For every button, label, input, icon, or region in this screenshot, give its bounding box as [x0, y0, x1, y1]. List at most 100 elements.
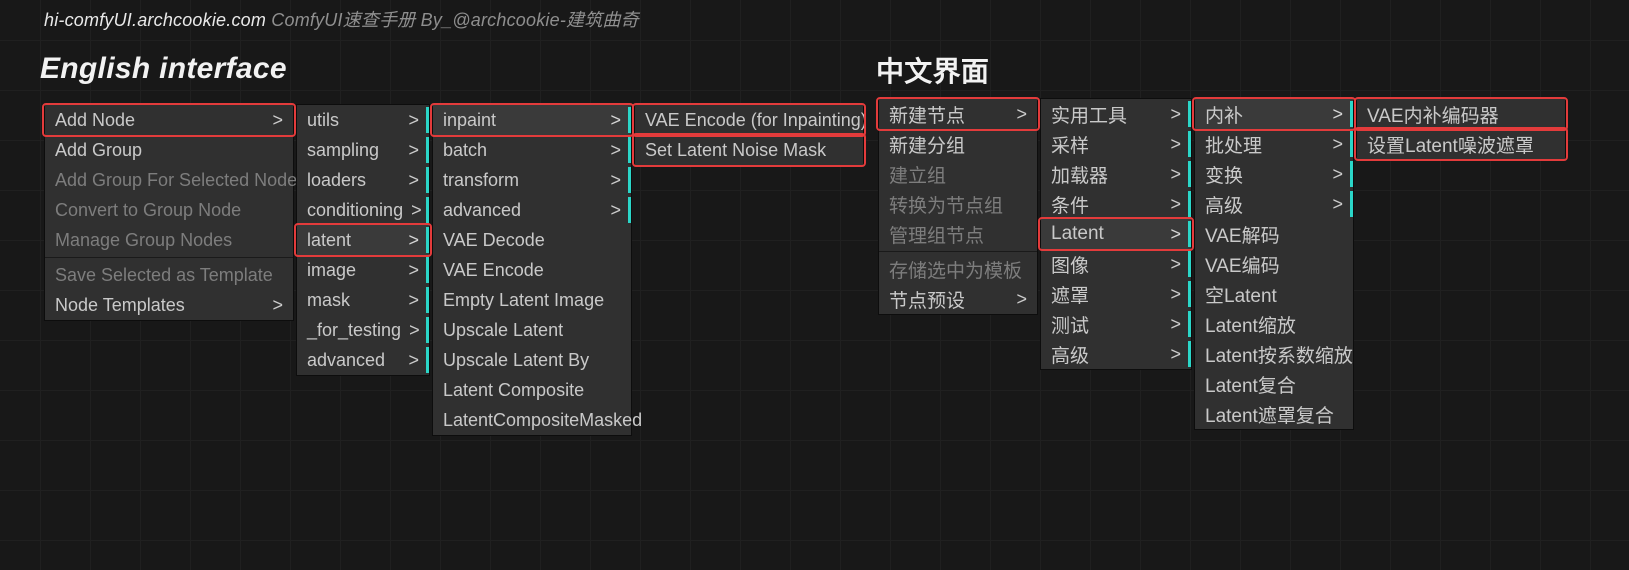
submenu-arrow-icon: >	[272, 110, 283, 131]
menu-item[interactable]: VAE Decode	[433, 225, 631, 255]
menu-item[interactable]: 测试>	[1041, 309, 1191, 339]
menu-item-label: 加载器	[1051, 161, 1108, 188]
submenu-indicator-icon	[1188, 281, 1191, 307]
menu-item[interactable]: 高级>	[1041, 339, 1191, 369]
menu-item[interactable]: Latent>	[1041, 219, 1191, 249]
menu-item[interactable]: 内补>	[1195, 99, 1353, 129]
menu-item[interactable]: Latent Composite	[433, 375, 631, 405]
context-menu-en-4[interactable]: VAE Encode (for Inpainting) Set Latent No…	[634, 104, 864, 166]
submenu-indicator-icon	[426, 257, 429, 283]
menu-item[interactable]: Add Group For Selected Nodes	[45, 165, 293, 195]
menu-item[interactable]: conditioning>	[297, 195, 429, 225]
menu-item[interactable]: Manage Group Nodes	[45, 225, 293, 255]
menu-item-label: VAE Encode	[443, 260, 544, 281]
submenu-arrow-icon: >	[1332, 194, 1343, 215]
menu-separator	[45, 257, 293, 258]
menu-item[interactable]: 图像>	[1041, 249, 1191, 279]
menu-item[interactable]: 实用工具>	[1041, 99, 1191, 129]
menu-item[interactable]: VAE解码	[1195, 219, 1353, 249]
menu-separator	[879, 251, 1037, 252]
submenu-indicator-icon	[1188, 221, 1191, 247]
submenu-arrow-icon: >	[411, 200, 422, 221]
menu-item-label: Latent Composite	[443, 380, 584, 401]
menu-item[interactable]: 采样>	[1041, 129, 1191, 159]
menu-item[interactable]: 变换>	[1195, 159, 1353, 189]
menu-item-label: Latent遮罩复合	[1205, 401, 1334, 428]
submenu-indicator-icon	[628, 137, 631, 163]
submenu-indicator-icon	[628, 197, 631, 223]
menu-item[interactable]: Add Group	[45, 135, 293, 165]
menu-item[interactable]: 加载器>	[1041, 159, 1191, 189]
menu-item-label: 高级	[1051, 341, 1089, 368]
submenu-arrow-icon: >	[1170, 134, 1181, 155]
context-menu-cn-4[interactable]: VAE内补编码器设置Latent噪波遮罩	[1356, 98, 1566, 160]
menu-item-label: transform	[443, 170, 519, 191]
menu-item[interactable]: latent>	[297, 225, 429, 255]
menu-item[interactable]: Upscale Latent By	[433, 345, 631, 375]
menu-item[interactable]: batch>	[433, 135, 631, 165]
menu-item-label: LatentCompositeMasked	[443, 410, 642, 431]
menu-item-label: Set Latent Noise Mask	[645, 140, 826, 161]
menu-item-label: VAE Decode	[443, 230, 545, 251]
menu-item[interactable]: loaders>	[297, 165, 429, 195]
menu-item[interactable]: transform>	[433, 165, 631, 195]
submenu-arrow-icon: >	[1016, 289, 1027, 310]
menu-item-label: Upscale Latent By	[443, 350, 589, 371]
menu-item[interactable]: LatentCompositeMasked	[433, 405, 631, 435]
menu-item[interactable]: sampling>	[297, 135, 429, 165]
menu-item-label: sampling	[307, 140, 379, 161]
menu-item[interactable]: inpaint>	[433, 105, 631, 135]
submenu-indicator-icon	[628, 167, 631, 193]
menu-item[interactable]: 条件>	[1041, 189, 1191, 219]
menu-item[interactable]: mask>	[297, 285, 429, 315]
menu-item[interactable]: VAE编码	[1195, 249, 1353, 279]
menu-item-label: 节点预设	[889, 286, 965, 313]
context-menu-cn-3[interactable]: 内补>批处理>变换>高级>VAE解码VAE编码空LatentLatent缩放La…	[1194, 98, 1354, 430]
context-menu-en-2[interactable]: utils>sampling>loaders>conditioning>late…	[296, 104, 430, 376]
menu-item[interactable]: 遮罩>	[1041, 279, 1191, 309]
menu-item[interactable]: Empty Latent Image	[433, 285, 631, 315]
context-menu-cn-1[interactable]: 新建节点>新建分组建立组转换为节点组管理组节点存储选中为模板节点预设 >	[878, 98, 1038, 315]
menu-item[interactable]: 新建分组	[879, 129, 1037, 159]
menu-item[interactable]: 节点预设 >	[879, 284, 1037, 314]
menu-item[interactable]: Set Latent Noise Mask	[635, 135, 863, 165]
menu-item-label: Upscale Latent	[443, 320, 563, 341]
menu-item[interactable]: 高级>	[1195, 189, 1353, 219]
menu-item[interactable]: Convert to Group Node	[45, 195, 293, 225]
menu-item[interactable]: Save Selected as Template	[45, 260, 293, 290]
menu-item[interactable]: advanced>	[433, 195, 631, 225]
submenu-indicator-icon	[426, 167, 429, 193]
menu-item[interactable]: 批处理>	[1195, 129, 1353, 159]
submenu-indicator-icon	[426, 317, 429, 343]
submenu-arrow-icon: >	[408, 110, 419, 131]
menu-item[interactable]: Latent缩放	[1195, 309, 1353, 339]
menu-item[interactable]: Upscale Latent	[433, 315, 631, 345]
menu-item[interactable]: advanced>	[297, 345, 429, 375]
submenu-arrow-icon: >	[610, 140, 621, 161]
menu-item[interactable]: Latent复合	[1195, 369, 1353, 399]
menu-item[interactable]: 设置Latent噪波遮罩	[1357, 129, 1565, 159]
menu-item[interactable]: VAE内补编码器	[1357, 99, 1565, 129]
menu-item[interactable]: Node Templates>	[45, 290, 293, 320]
menu-item[interactable]: VAE Encode	[433, 255, 631, 285]
menu-item[interactable]: 管理组节点	[879, 219, 1037, 249]
menu-item[interactable]: Latent按系数缩放	[1195, 339, 1353, 369]
menu-item[interactable]: VAE Encode (for Inpainting)	[635, 105, 863, 135]
menu-item[interactable]: Latent遮罩复合	[1195, 399, 1353, 429]
menu-item[interactable]: 建立组	[879, 159, 1037, 189]
menu-item[interactable]: _for_testing>	[297, 315, 429, 345]
menu-item[interactable]: Add Node>	[45, 105, 293, 135]
menu-item[interactable]: image>	[297, 255, 429, 285]
menu-item[interactable]: 新建节点>	[879, 99, 1037, 129]
menu-item[interactable]: 存储选中为模板	[879, 254, 1037, 284]
menu-item[interactable]: 转换为节点组	[879, 189, 1037, 219]
menu-item-label: Convert to Group Node	[55, 200, 241, 221]
menu-item-label: VAE编码	[1205, 251, 1280, 278]
submenu-indicator-icon	[426, 197, 429, 223]
context-menu-en-3[interactable]: inpaint>batch>transform>advanced>VAE Dec…	[432, 104, 632, 436]
menu-item[interactable]: 空Latent	[1195, 279, 1353, 309]
context-menu-cn-2[interactable]: 实用工具>采样>加载器>条件>Latent>图像>遮罩>测试>高级>	[1040, 98, 1192, 370]
menu-item-label: Save Selected as Template	[55, 265, 273, 286]
menu-item[interactable]: utils>	[297, 105, 429, 135]
context-menu-en-1[interactable]: Add Node>Add GroupAdd Group For Selected…	[44, 104, 294, 321]
